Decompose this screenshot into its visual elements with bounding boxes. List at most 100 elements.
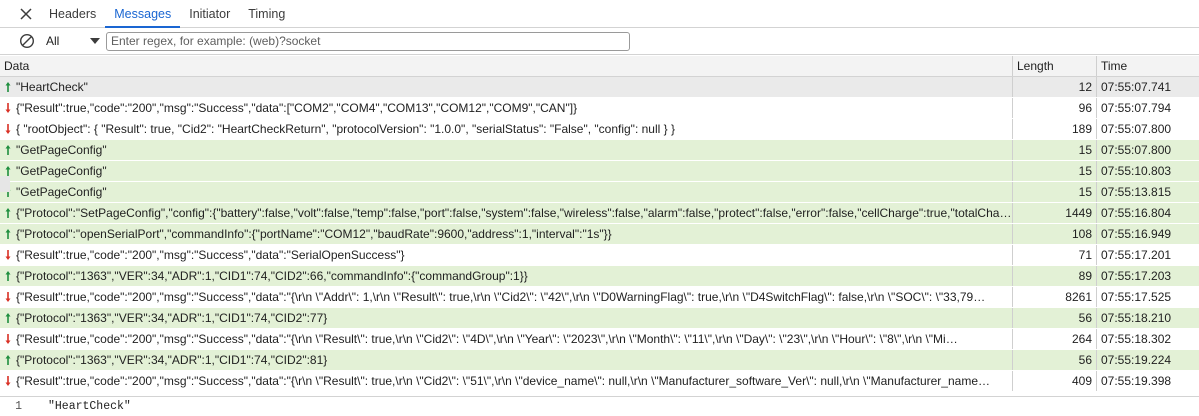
message-data-cell: {"Protocol":"SetPageConfig","config":{"b…	[0, 203, 1013, 223]
message-length-cell: 1449	[1013, 203, 1097, 223]
table-row[interactable]: {"Protocol":"1363","VER":34,"ADR":1,"CID…	[0, 350, 1199, 371]
line-number: 1	[15, 400, 22, 413]
tab-timing[interactable]: Timing	[239, 0, 294, 27]
table-row[interactable]: "HeartCheck" 12 07:55:07.741	[0, 77, 1199, 98]
table-body: "HeartCheck" 12 07:55:07.741 {"Result":true…	[0, 77, 1199, 392]
message-length-cell: 189	[1013, 119, 1097, 139]
arrow-down-icon	[5, 103, 11, 113]
message-data-text: {"Result":true,"code":"200","msg":"Succe…	[16, 332, 958, 346]
table-row[interactable]: {"Result":true,"code":"200","msg":"Succe…	[0, 371, 1199, 392]
message-data-text: {"Protocol":"1363","VER":34,"ADR":1,"CID…	[16, 269, 528, 283]
table-header: Data Length Time	[0, 56, 1199, 77]
message-time-cell: 07:55:17.525	[1101, 290, 1172, 304]
message-data-text: {"Result":true,"code":"200","msg":"Succe…	[16, 374, 990, 388]
table-row[interactable]: {"Protocol":"1363","VER":34,"ADR":1,"CID…	[0, 266, 1199, 287]
column-header-length[interactable]: Length	[1013, 56, 1097, 76]
message-data-text: {"Protocol":"SetPageConfig","config":{"b…	[16, 206, 1012, 220]
message-data-cell: {"Result":true,"code":"200","msg":"Succe…	[0, 371, 1013, 391]
message-time-cell: 07:55:17.201	[1101, 248, 1172, 262]
message-data-cell: {"Result":true,"code":"200","msg":"Succe…	[0, 329, 1013, 349]
message-time-cell: 07:55:07.800	[1101, 122, 1172, 136]
table-row[interactable]: { "rootObject": { "Result": true, "Cid2"…	[0, 119, 1199, 140]
filter-input[interactable]	[106, 31, 630, 51]
message-data-text: "GetPageConfig"	[16, 143, 107, 157]
panel-resize-handle[interactable]	[0, 176, 10, 192]
tab-initiator[interactable]: Initiator	[180, 0, 239, 27]
message-data-text: {"Protocol":"1363","VER":34,"ADR":1,"CID…	[16, 311, 328, 325]
arrow-up-icon	[5, 229, 11, 239]
arrow-up-icon	[5, 145, 11, 155]
message-time-cell: 07:55:13.815	[1101, 185, 1172, 199]
message-data-cell: { "rootObject": { "Result": true, "Cid2"…	[0, 119, 1013, 139]
message-time-cell: 07:55:19.398	[1101, 374, 1172, 388]
message-type-select[interactable]: All	[44, 34, 102, 48]
table-row[interactable]: {"Protocol":"openSerialPort","commandInf…	[0, 224, 1199, 245]
message-data-cell: {"Protocol":"openSerialPort","commandInf…	[0, 224, 1013, 244]
message-data-cell: {"Result":true,"code":"200","msg":"Succe…	[0, 245, 1013, 265]
arrow-down-icon	[5, 376, 11, 386]
arrow-up-icon	[5, 355, 11, 365]
filter-bar: All	[0, 28, 1199, 55]
message-length-cell: 96	[1013, 98, 1097, 118]
column-header-data[interactable]: Data	[0, 56, 1013, 76]
table-row[interactable]: "GetPageConfig" 15 07:55:13.815	[0, 182, 1199, 203]
message-data-cell: "GetPageConfig"	[0, 161, 1013, 181]
message-time-cell: 07:55:07.800	[1101, 143, 1172, 157]
arrow-up-icon	[5, 208, 11, 218]
table-row[interactable]: {"Result":true,"code":"200","msg":"Succe…	[0, 98, 1199, 119]
table-row[interactable]: "GetPageConfig" 15 07:55:10.803	[0, 161, 1199, 182]
message-time-cell: 07:55:17.203	[1101, 269, 1172, 283]
message-data-text: { "rootObject": { "Result": true, "Cid2"…	[16, 122, 675, 136]
clear-messages-icon[interactable]	[18, 32, 36, 50]
arrow-up-icon	[5, 82, 11, 92]
message-data-cell: {"Protocol":"1363","VER":34,"ADR":1,"CID…	[0, 350, 1013, 370]
message-length-cell: 264	[1013, 329, 1097, 349]
message-time-cell: 07:55:19.224	[1101, 353, 1172, 367]
message-length-cell: 108	[1013, 224, 1097, 244]
message-data-cell: "HeartCheck"	[0, 77, 1013, 97]
message-type-value: All	[46, 34, 60, 48]
message-data-cell: {"Result":true,"code":"200","msg":"Succe…	[0, 287, 1013, 307]
table-row[interactable]: {"Result":true,"code":"200","msg":"Succe…	[0, 245, 1199, 266]
column-header-time[interactable]: Time	[1097, 56, 1199, 76]
table-row[interactable]: {"Result":true,"code":"200","msg":"Succe…	[0, 329, 1199, 350]
message-data-text: "GetPageConfig"	[16, 164, 107, 178]
chevron-down-icon	[88, 38, 102, 44]
message-time-cell: 07:55:10.803	[1101, 164, 1172, 178]
message-length-cell: 89	[1013, 266, 1097, 286]
arrow-down-icon	[5, 292, 11, 302]
message-data-text: {"Protocol":"1363","VER":34,"ADR":1,"CID…	[16, 353, 328, 367]
tab-bar: Headers Messages Initiator Timing	[0, 0, 1199, 28]
message-data-cell: "GetPageConfig"	[0, 182, 1013, 202]
message-length-cell: 15	[1013, 161, 1097, 181]
message-time-cell: 07:55:16.949	[1101, 227, 1172, 241]
arrow-down-icon	[5, 124, 11, 134]
message-data-text: {"Result":true,"code":"200","msg":"Succe…	[16, 248, 405, 262]
message-data-cell: {"Protocol":"1363","VER":34,"ADR":1,"CID…	[0, 308, 1013, 328]
message-length-cell: 56	[1013, 308, 1097, 328]
arrow-down-icon	[5, 250, 11, 260]
table-row[interactable]: {"Result":true,"code":"200","msg":"Succe…	[0, 287, 1199, 308]
messages-table: Data Length Time "HeartCheck" 12 07:55:07.…	[0, 56, 1199, 392]
message-time-cell: 07:55:07.741	[1101, 80, 1172, 94]
message-data-text: "GetPageConfig"	[16, 185, 107, 199]
message-length-cell: 71	[1013, 245, 1097, 265]
message-data-text: {"Protocol":"openSerialPort","commandInf…	[16, 227, 612, 241]
arrow-up-icon	[5, 271, 11, 281]
message-time-cell: 07:55:18.302	[1101, 332, 1172, 346]
tab-messages[interactable]: Messages	[105, 0, 181, 28]
table-row[interactable]: {"Protocol":"1363","VER":34,"ADR":1,"CID…	[0, 308, 1199, 329]
message-length-cell: 56	[1013, 350, 1097, 370]
tab-headers[interactable]: Headers	[40, 0, 105, 27]
message-data-text: "HeartCheck"	[16, 80, 88, 94]
message-data-text: {"Result":true,"code":"200","msg":"Succe…	[16, 101, 578, 115]
message-data-text: {"Result":true,"code":"200","msg":"Succe…	[16, 290, 986, 304]
arrow-up-icon	[5, 313, 11, 323]
message-length-cell: 15	[1013, 140, 1097, 160]
message-time-cell: 07:55:16.804	[1101, 206, 1172, 220]
table-row[interactable]: "GetPageConfig" 15 07:55:07.800	[0, 140, 1199, 161]
message-length-cell: 409	[1013, 371, 1097, 391]
close-icon[interactable]	[12, 0, 40, 28]
table-row[interactable]: {"Protocol":"SetPageConfig","config":{"b…	[0, 203, 1199, 224]
preview-content: "HeartCheck"	[48, 400, 131, 413]
